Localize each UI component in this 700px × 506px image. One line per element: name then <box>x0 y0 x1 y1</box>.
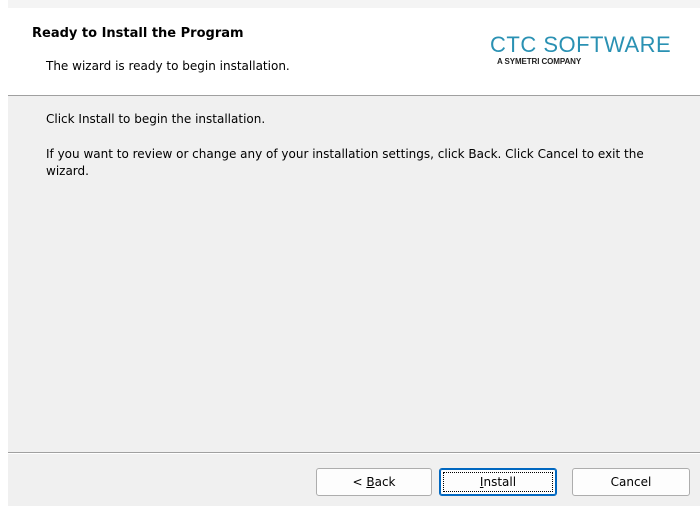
wizard-header: Ready to Install the Program The wizard … <box>8 8 700 96</box>
header-title: Ready to Install the Program <box>32 26 244 41</box>
focus-ring <box>443 472 553 492</box>
back-button-accelerator: B <box>366 475 375 489</box>
installer-window: Ready to Install the Program The wizard … <box>0 0 700 506</box>
back-button-prefix: < <box>352 475 367 489</box>
top-edge <box>0 0 700 8</box>
back-button-rest: ack <box>374 475 396 489</box>
header-subtitle: The wizard is ready to begin installatio… <box>46 59 290 73</box>
install-button[interactable]: Install <box>439 468 557 496</box>
back-button[interactable]: < Back <box>316 468 432 496</box>
logo-sub-text: A SYMETRI COMPANY <box>497 57 582 66</box>
review-settings-text: If you want to review or change any of y… <box>46 147 644 178</box>
logo-main-text: CTC SOFTWARE <box>490 32 672 57</box>
footer-divider <box>8 452 700 454</box>
instruction-text: Click Install to begin the installation. <box>46 112 266 126</box>
company-logo: CTC SOFTWARE A SYMETRI COMPANY <box>490 32 700 67</box>
left-edge <box>0 0 8 506</box>
cancel-button[interactable]: Cancel <box>572 468 690 496</box>
